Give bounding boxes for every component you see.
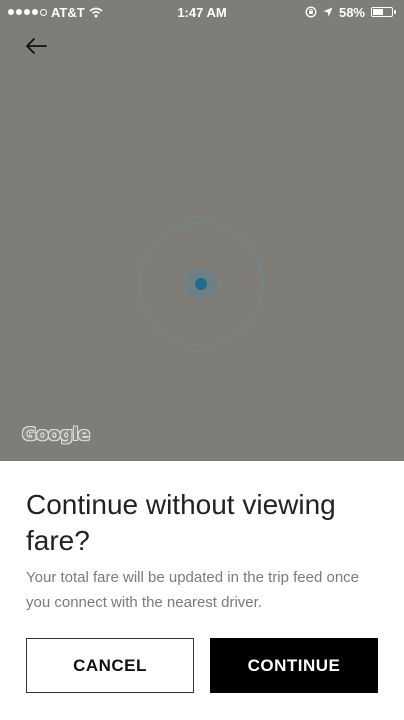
- map-view[interactable]: Google: [0, 0, 404, 461]
- battery-icon: [371, 7, 396, 17]
- cancel-button[interactable]: CANCEL: [26, 638, 194, 693]
- signal-dots-icon: [8, 8, 47, 16]
- status-time: 1:47 AM: [177, 4, 227, 20]
- dialog-title: Continue without viewing fare?: [26, 489, 336, 556]
- orientation-lock-icon: [305, 6, 317, 18]
- location-arrow-icon: [323, 7, 333, 17]
- back-button[interactable]: [22, 34, 50, 58]
- current-location-dot: [195, 278, 207, 290]
- arrow-left-icon: [26, 38, 47, 54]
- confirm-dialog: Continue without viewing fare? Your tota…: [0, 461, 404, 720]
- carrier-name: AT&T: [51, 4, 85, 20]
- battery-percent: 58%: [338, 4, 365, 20]
- continue-button[interactable]: CONTINUE: [210, 638, 378, 693]
- dialog-message: Your total fare will be updated in the t…: [26, 569, 360, 611]
- status-bar: AT&T 1:47 AM 58%: [0, 0, 404, 24]
- wifi-icon: [89, 7, 103, 17]
- google-attribution: Google: [22, 424, 90, 445]
